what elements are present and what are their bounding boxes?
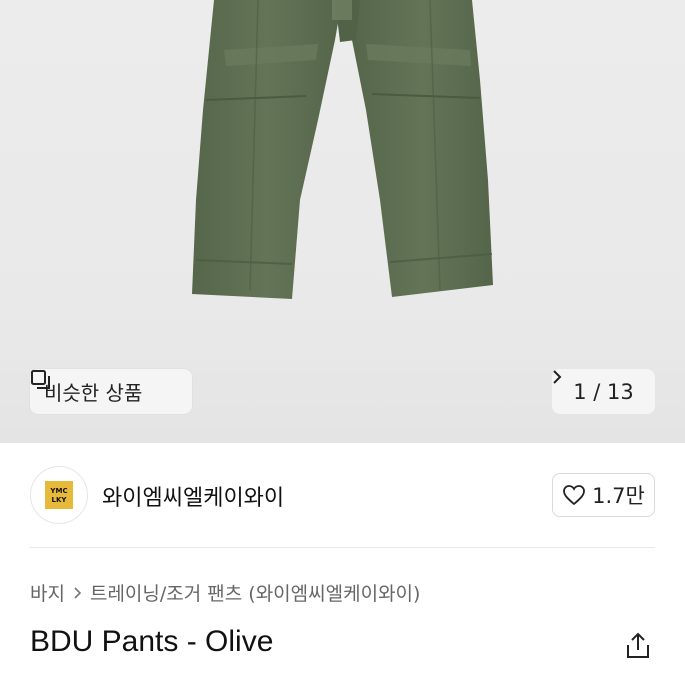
- similar-products-button[interactable]: 비슷한 상품: [30, 369, 192, 414]
- heart-icon: [563, 485, 586, 506]
- breadcrumb-subcategory[interactable]: 트레이닝/조거 팬츠 (와이엠씨엘케이와이): [90, 579, 420, 606]
- breadcrumb: 바지 트레이닝/조거 팬츠 (와이엠씨엘케이와이): [30, 579, 420, 606]
- svg-text:YMC: YMC: [49, 487, 67, 495]
- product-image-gallery[interactable]: 비슷한 상품 1 / 13: [0, 0, 685, 443]
- share-button[interactable]: [622, 630, 654, 662]
- divider: [30, 547, 655, 548]
- like-count: 1.7만: [592, 484, 645, 508]
- image-counter-button[interactable]: 1 / 13: [552, 369, 655, 414]
- image-counter: 1 / 13: [573, 379, 634, 404]
- copy-icon: [31, 370, 50, 389]
- store-logo[interactable]: YMC LKY: [30, 466, 88, 524]
- store-name[interactable]: 와이엠씨엘케이와이: [102, 480, 284, 512]
- breadcrumb-category[interactable]: 바지: [30, 579, 65, 606]
- like-button[interactable]: 1.7만: [552, 473, 655, 517]
- similar-products-label: 비슷한 상품: [44, 381, 143, 405]
- store-row: YMC LKY 와이엠씨엘케이와이 1.7만: [30, 466, 655, 524]
- chevron-right-icon: [74, 586, 82, 599]
- store-logo-mark: YMC LKY: [45, 481, 73, 509]
- share-icon: [627, 632, 649, 658]
- svg-text:LKY: LKY: [52, 496, 68, 504]
- chevron-right-icon: [553, 370, 562, 384]
- ymclky-logo-icon: YMC LKY: [49, 487, 68, 504]
- product-title: BDU Pants - Olive: [30, 625, 274, 658]
